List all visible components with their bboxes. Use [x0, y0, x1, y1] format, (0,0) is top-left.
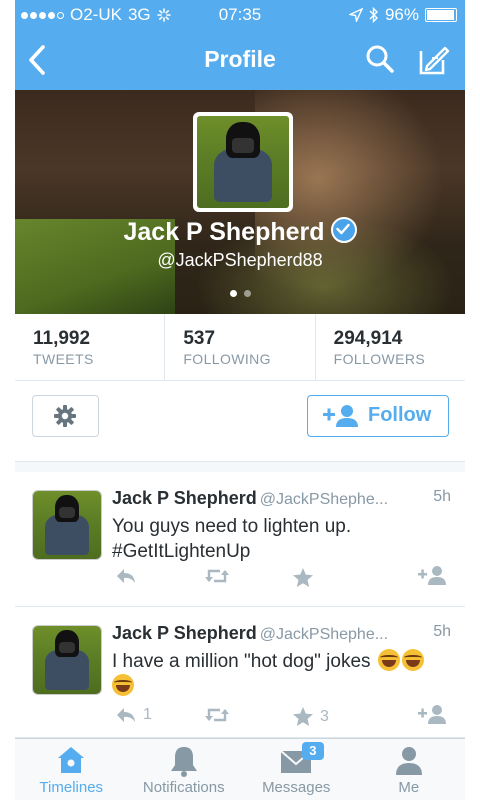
- tweet-header: Jack P Shepherd @JackPShephe... 5h: [112, 488, 451, 509]
- tab-label: Messages: [262, 779, 331, 796]
- tweet-time: 5h: [429, 623, 451, 641]
- follow-button[interactable]: Follow: [307, 395, 449, 437]
- reply-button[interactable]: [115, 567, 143, 585]
- stat-value: 11,992: [33, 328, 91, 349]
- tweet-time: 5h: [429, 488, 451, 506]
- add-user-icon: [418, 705, 446, 724]
- verified-badge-icon: [330, 217, 357, 244]
- bluetooth-icon: [369, 7, 378, 23]
- reply-count: 1: [143, 706, 152, 723]
- retweet-icon: [205, 569, 229, 583]
- stat-label: FOLLOWERS: [333, 351, 426, 367]
- profile-name-row: Jack P Shepherd: [15, 217, 465, 247]
- tab-notifications[interactable]: Notifications: [128, 739, 241, 800]
- profile-actions: Follow: [15, 381, 465, 461]
- search-icon[interactable]: [365, 44, 395, 74]
- tweet-author-handle: @JackPShephe...: [259, 626, 389, 643]
- tweet-text: I have a million "hot dog" jokes: [112, 651, 371, 672]
- reply-icon: [117, 569, 135, 583]
- status-bar: O2-UK 3G 07:35 96%: [15, 0, 465, 30]
- tweet-header: Jack P Shepherd @JackPShephe... 5h: [112, 623, 451, 644]
- nav-bar: Profile: [15, 30, 465, 90]
- tab-messages[interactable]: 3 Messages: [240, 739, 353, 800]
- star-icon: [293, 707, 313, 726]
- retweet-button[interactable]: [204, 706, 236, 724]
- follow-author-button[interactable]: [417, 704, 447, 724]
- gear-icon: [54, 405, 76, 427]
- tweet-text-block: I have a million "hot dog" jokes: [112, 649, 451, 699]
- profile-name: Jack P Shepherd: [123, 218, 325, 246]
- tweet-author-name[interactable]: Jack P Shepherd: [112, 623, 257, 643]
- profile-avatar[interactable]: [193, 112, 293, 212]
- reply-button[interactable]: 1: [115, 706, 152, 724]
- stat-tweets[interactable]: 11,992 TWEETS: [15, 314, 166, 380]
- tears-of-joy-emoji-icon: [112, 674, 134, 696]
- follow-label: Follow: [368, 404, 432, 426]
- follow-author-button[interactable]: [417, 565, 447, 585]
- tab-label: Notifications: [142, 779, 225, 796]
- header-page-indicator[interactable]: [15, 290, 465, 297]
- star-icon: [293, 568, 313, 587]
- reply-icon: [117, 708, 135, 722]
- stat-following[interactable]: 537 FOLLOWING: [165, 314, 316, 380]
- tweet-actions: 1 3: [112, 704, 451, 730]
- compose-icon[interactable]: [418, 44, 450, 76]
- add-user-icon: [418, 566, 446, 585]
- page-dot: [243, 290, 251, 297]
- profile-handle: @JackPShepherd88: [157, 250, 323, 270]
- favorite-button[interactable]: [292, 567, 320, 588]
- stat-label: TWEETS: [33, 351, 94, 367]
- battery-icon: [425, 8, 457, 22]
- profile-stats: 11,992 TWEETS 537 FOLLOWING 294,914 FOLL…: [15, 314, 465, 381]
- tweet[interactable]: Jack P Shepherd @JackPShephe... 5h I have…: [15, 607, 465, 738]
- stat-label: FOLLOWING: [183, 351, 271, 367]
- tweet-avatar[interactable]: [32, 490, 102, 560]
- person-icon: [395, 747, 422, 775]
- right-border: [465, 0, 480, 800]
- tweet-avatar[interactable]: [32, 625, 102, 695]
- stat-value: 294,914: [333, 328, 403, 349]
- stat-followers[interactable]: 294,914 FOLLOWERS: [316, 314, 465, 380]
- stat-value: 537: [183, 328, 216, 349]
- tab-timelines[interactable]: Timelines: [15, 739, 128, 800]
- tweet[interactable]: Jack P Shepherd @JackPShephe... 5h You gu…: [15, 472, 465, 607]
- tweet-author-name[interactable]: Jack P Shepherd: [112, 488, 257, 508]
- bell-icon: [170, 747, 197, 777]
- tweet-text: You guys need to lighten up. #GetItLight…: [112, 516, 352, 562]
- left-border: [0, 0, 15, 800]
- tab-me[interactable]: Me: [353, 739, 466, 800]
- settings-button[interactable]: [32, 395, 99, 437]
- retweet-icon: [205, 708, 229, 722]
- favorite-button[interactable]: 3: [292, 706, 329, 727]
- tears-of-joy-emoji-icon: [401, 649, 424, 671]
- page-dot: [229, 290, 237, 297]
- add-user-icon: [323, 405, 358, 427]
- tweet-author-handle: @JackPShephe...: [259, 491, 389, 508]
- battery-percent: 96%: [384, 5, 419, 24]
- favorite-count: 3: [320, 707, 329, 725]
- messages-badge: 3: [301, 742, 324, 760]
- tab-label: Me: [398, 779, 420, 796]
- profile-header[interactable]: Jack P Shepherd @JackPShepherd88: [15, 90, 465, 314]
- tab-label: Timelines: [39, 779, 104, 796]
- tears-of-joy-emoji-icon: [377, 649, 400, 671]
- home-icon: [58, 747, 85, 773]
- app-screen: O2-UK 3G 07:35 96% Profile Jack P Shephe…: [15, 0, 465, 800]
- retweet-button[interactable]: [204, 567, 236, 585]
- location-arrow-icon: [348, 8, 363, 22]
- page-title: Profile: [204, 46, 276, 72]
- tab-bar: Timelines Notifications 3 Messages Me: [15, 738, 465, 800]
- tweet-actions: [112, 565, 451, 591]
